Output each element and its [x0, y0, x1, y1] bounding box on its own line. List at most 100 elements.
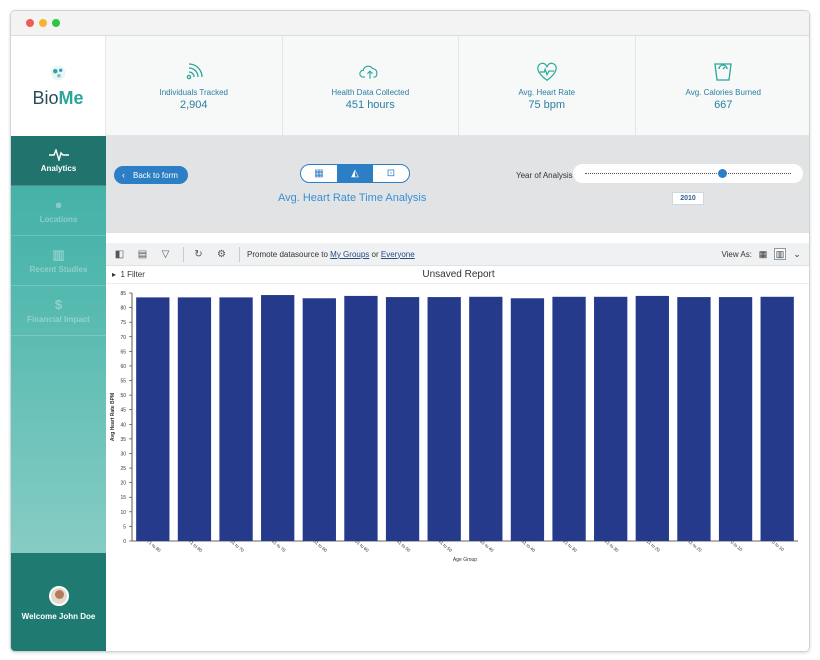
bar [760, 296, 794, 541]
year-slider[interactable] [573, 164, 803, 183]
my-groups-link[interactable]: My Groups [330, 250, 369, 259]
filter-row: ▸ 1 Filter Unsaved Report [106, 266, 809, 284]
scale-icon [714, 62, 732, 81]
bar [177, 297, 212, 541]
close-window-button[interactable] [26, 19, 34, 27]
bar [552, 296, 586, 541]
layout-icon[interactable]: ◧ [112, 248, 127, 261]
y-tick-label: 70 [120, 335, 126, 341]
table-icon[interactable]: ▤ [135, 248, 150, 261]
y-tick-label: 85 [120, 291, 126, 297]
view-as: View As: ▦ ▥ ⌄ [721, 248, 803, 260]
minimize-window-button[interactable] [39, 19, 47, 27]
divider [239, 246, 240, 262]
y-tick-label: 80 [120, 306, 126, 312]
book-icon: ▥ [52, 246, 65, 262]
back-to-form-button[interactable]: ‹ Back to form [114, 166, 188, 184]
bar [261, 295, 295, 541]
y-tick-label: 55 [120, 379, 126, 385]
y-tick-label: 5 [123, 524, 126, 530]
line-chart-view-button[interactable]: ⊡ [373, 165, 409, 182]
y-tick-label: 50 [120, 393, 126, 399]
title-bar [11, 11, 809, 36]
y-tick-label: 10 [120, 510, 126, 516]
avatar [48, 585, 69, 606]
promote-text: Promote datasource to My Groups or Every… [247, 249, 415, 259]
bar [136, 297, 170, 541]
maximize-window-button[interactable] [52, 19, 60, 27]
refresh-icon[interactable]: ↻ [191, 248, 206, 261]
signal-icon [186, 62, 203, 79]
bar [594, 296, 628, 541]
sidebar-item-financial-impact[interactable]: $ Financial Impact [11, 286, 106, 336]
report-title: Unsaved Report [422, 269, 495, 280]
area-chart-icon: ◭ [351, 168, 359, 179]
stat-value: 2,904 [179, 98, 208, 111]
divider [183, 246, 184, 262]
table-view-button[interactable]: ▦ [301, 165, 337, 182]
stats-bar: Individuals Tracked 2,904 Health Data Co… [106, 36, 810, 136]
stat-value: 451 hours [345, 98, 395, 111]
stat-label: Avg. Calories Burned [685, 87, 761, 97]
x-tick-label: 0 to 10 [771, 540, 785, 553]
app-window: BioMe Analytics ● Locations ▥ Recent Stu… [10, 10, 810, 652]
sidebar-item-analytics[interactable]: Analytics [11, 136, 106, 186]
chevron-down-icon[interactable]: ⌄ [791, 248, 803, 260]
sidebar-item-locations[interactable]: ● Locations [11, 186, 106, 236]
bar-chart-view-icon[interactable]: ▥ [774, 248, 786, 260]
bar [302, 298, 336, 541]
stat-label: Health Data Collected [331, 87, 410, 97]
heart-pulse-icon [536, 62, 557, 81]
everyone-link[interactable]: Everyone [381, 250, 415, 259]
sidebar-item-label: Analytics [40, 163, 77, 173]
report-toolbar: ◧ ▤ ▽ ↻ ⚙ Promote datasource to My Group… [106, 243, 809, 266]
user-profile[interactable]: Welcome John Doe [11, 553, 106, 651]
x-tick-label: 0 to 10 [730, 540, 744, 553]
y-tick-label: 75 [120, 320, 126, 326]
sidebar-item-label: Locations [39, 214, 78, 224]
stat-value: 667 [714, 98, 733, 111]
y-tick-label: 60 [120, 364, 126, 370]
stat-label: Avg. Heart Rate [518, 87, 576, 97]
slider-thumb[interactable] [718, 169, 727, 178]
grid-view-icon[interactable]: ▦ [757, 248, 769, 260]
bar [510, 298, 545, 541]
y-tick-label: 65 [120, 349, 126, 355]
area-chart-view-button[interactable]: ◭ [337, 165, 373, 182]
stat-avg-heart-rate: Avg. Heart Rate 75 bpm [459, 36, 636, 135]
bar-chart: 051015202530354045505560657075808571 to … [110, 291, 798, 563]
grid-icon: ▦ [314, 168, 324, 179]
main-content: Individuals Tracked 2,904 Health Data Co… [106, 36, 810, 651]
bar [427, 297, 461, 541]
filter-icon[interactable]: ▽ [158, 248, 173, 261]
report-panel: ◧ ▤ ▽ ↻ ⚙ Promote datasource to My Group… [106, 243, 809, 651]
user-greeting: Welcome John Doe [21, 611, 96, 621]
gear-icon[interactable]: ⚙ [214, 248, 229, 261]
bar [677, 297, 711, 541]
analysis-title: Avg. Heart Rate Time Analysis [278, 192, 427, 204]
pulse-icon [48, 148, 69, 161]
brand-name: BioMe [32, 87, 84, 108]
stat-health-data-collected: Health Data Collected 451 hours [283, 36, 459, 135]
stat-label: Individuals Tracked [159, 87, 228, 97]
sidebar-item-recent-studies[interactable]: ▥ Recent Studies [11, 236, 106, 286]
y-tick-label: 40 [120, 422, 126, 428]
sidebar-item-label: Financial Impact [27, 314, 90, 324]
year-value: 2010 [672, 192, 704, 205]
brand-logo[interactable]: BioMe [11, 36, 106, 136]
view-toggle: ▦ ◭ ⊡ [300, 164, 410, 183]
y-tick-label: 35 [120, 437, 126, 443]
stat-avg-calories-burned: Avg. Calories Burned 667 [636, 36, 810, 135]
sidebar: BioMe Analytics ● Locations ▥ Recent Stu… [11, 36, 106, 651]
molecule-icon [50, 65, 66, 80]
bar [718, 297, 753, 541]
y-tick-label: 20 [120, 481, 126, 487]
slider-track [585, 173, 791, 174]
bar [385, 297, 420, 541]
analysis-controls: ‹ Back to form ▦ ◭ ⊡ Avg. Heart Rate Tim… [106, 136, 809, 233]
y-tick-label: 30 [120, 451, 126, 457]
x-axis-label: Age Group [453, 557, 477, 563]
stat-value: 75 bpm [528, 98, 566, 111]
y-tick-label: 0 [123, 539, 126, 545]
y-tick-label: 25 [120, 466, 126, 472]
